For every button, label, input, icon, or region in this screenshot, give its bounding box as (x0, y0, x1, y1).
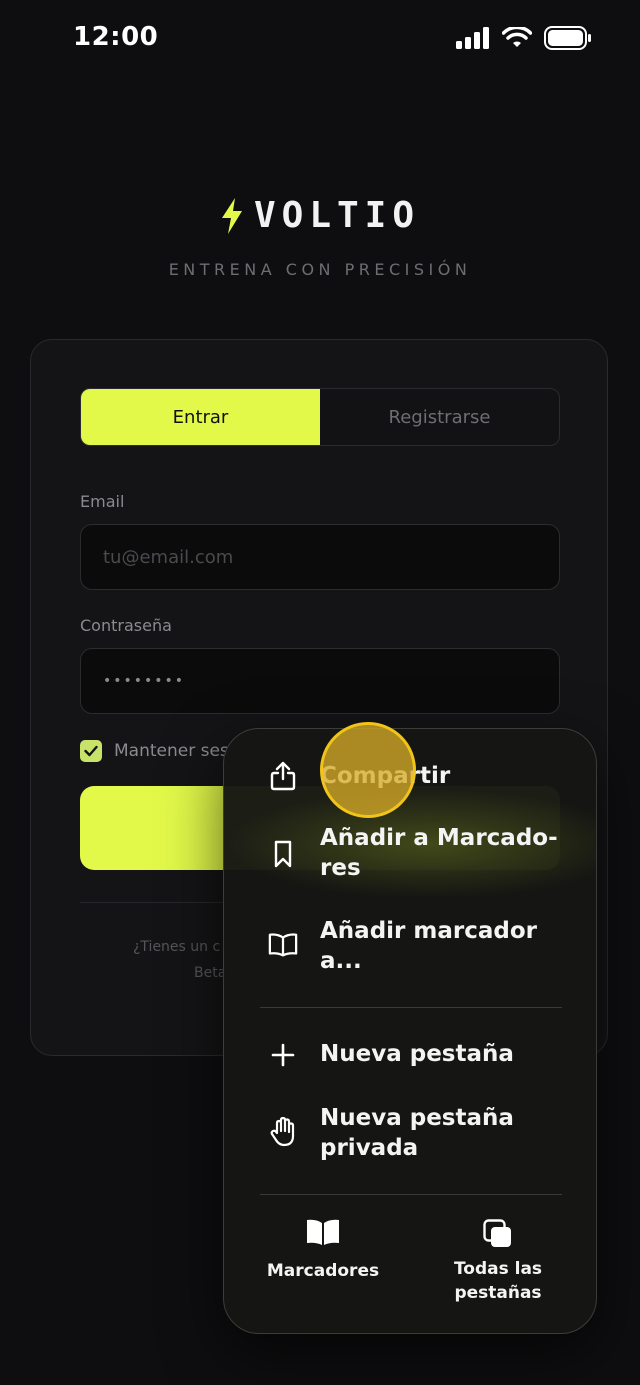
marcadores-button[interactable]: Marcadores (233, 1219, 413, 1283)
auth-tabs: Entrar Registrarse (80, 388, 560, 446)
wifi-icon (502, 27, 532, 47)
brand-name: VOLTIO (253, 195, 421, 236)
check-icon (84, 745, 98, 757)
todas-pestanas-button[interactable]: Todas las pestañas (408, 1219, 588, 1305)
menu-separator (260, 1194, 562, 1195)
book-filled-icon (307, 1219, 339, 1245)
keep-session-label: Mantener ses (114, 741, 229, 761)
password-field[interactable]: •••••••• (80, 648, 560, 714)
menu-separator (260, 1007, 562, 1008)
hand-icon (268, 1117, 298, 1147)
email-label: Email (80, 492, 125, 511)
password-label: Contraseña (80, 616, 172, 635)
battery-icon (544, 26, 591, 50)
email-field[interactable]: tu@email.com (80, 524, 560, 590)
keep-session-checkbox[interactable] (80, 740, 102, 762)
menu-label: Añadir a Marcado- res (320, 825, 558, 881)
todas-pestanas-label: Todas las pestañas (453, 1259, 543, 1303)
menu-item-anadir-marcador[interactable]: Añadir marcador a... (224, 916, 596, 986)
status-icons (456, 26, 592, 50)
menu-label: Nueva pestaña privada (320, 1105, 514, 1161)
password-value: •••••••• (103, 673, 186, 689)
signal-icon (456, 27, 489, 49)
context-menu: Compartir Añadir a Marcado- res Añadir m… (223, 728, 597, 1334)
tab-registrarse[interactable]: Registrarse (320, 389, 559, 445)
book-icon (268, 930, 298, 960)
marcadores-label: Marcadores (266, 1261, 380, 1281)
tab-entrar[interactable]: Entrar (81, 389, 320, 445)
menu-item-nueva-pestana[interactable]: Nueva pestaña (224, 1039, 596, 1079)
menu-item-pestana-privada[interactable]: Nueva pestaña privada (224, 1103, 596, 1173)
brand-tagline: ENTRENA CON PRECISIÓN (168, 260, 472, 279)
menu-label: Nueva pestaña (320, 1041, 514, 1067)
brand-header: VOLTIO ENTRENA CON PRECISIÓN (0, 195, 640, 279)
share-icon (268, 761, 298, 791)
bookmark-icon (268, 839, 298, 869)
touch-indicator (320, 722, 416, 818)
keep-session-row[interactable]: Mantener ses (80, 740, 229, 762)
menu-item-anadir-marcadores[interactable]: Añadir a Marcado- res (224, 823, 596, 893)
status-bar: 12:00 (0, 0, 640, 80)
email-placeholder: tu@email.com (103, 546, 234, 568)
tabs-icon (483, 1219, 511, 1247)
lightning-icon (221, 197, 242, 234)
plus-icon (268, 1040, 298, 1070)
menu-label: Añadir marcador a... (320, 918, 537, 974)
status-time: 12:00 (73, 22, 159, 52)
